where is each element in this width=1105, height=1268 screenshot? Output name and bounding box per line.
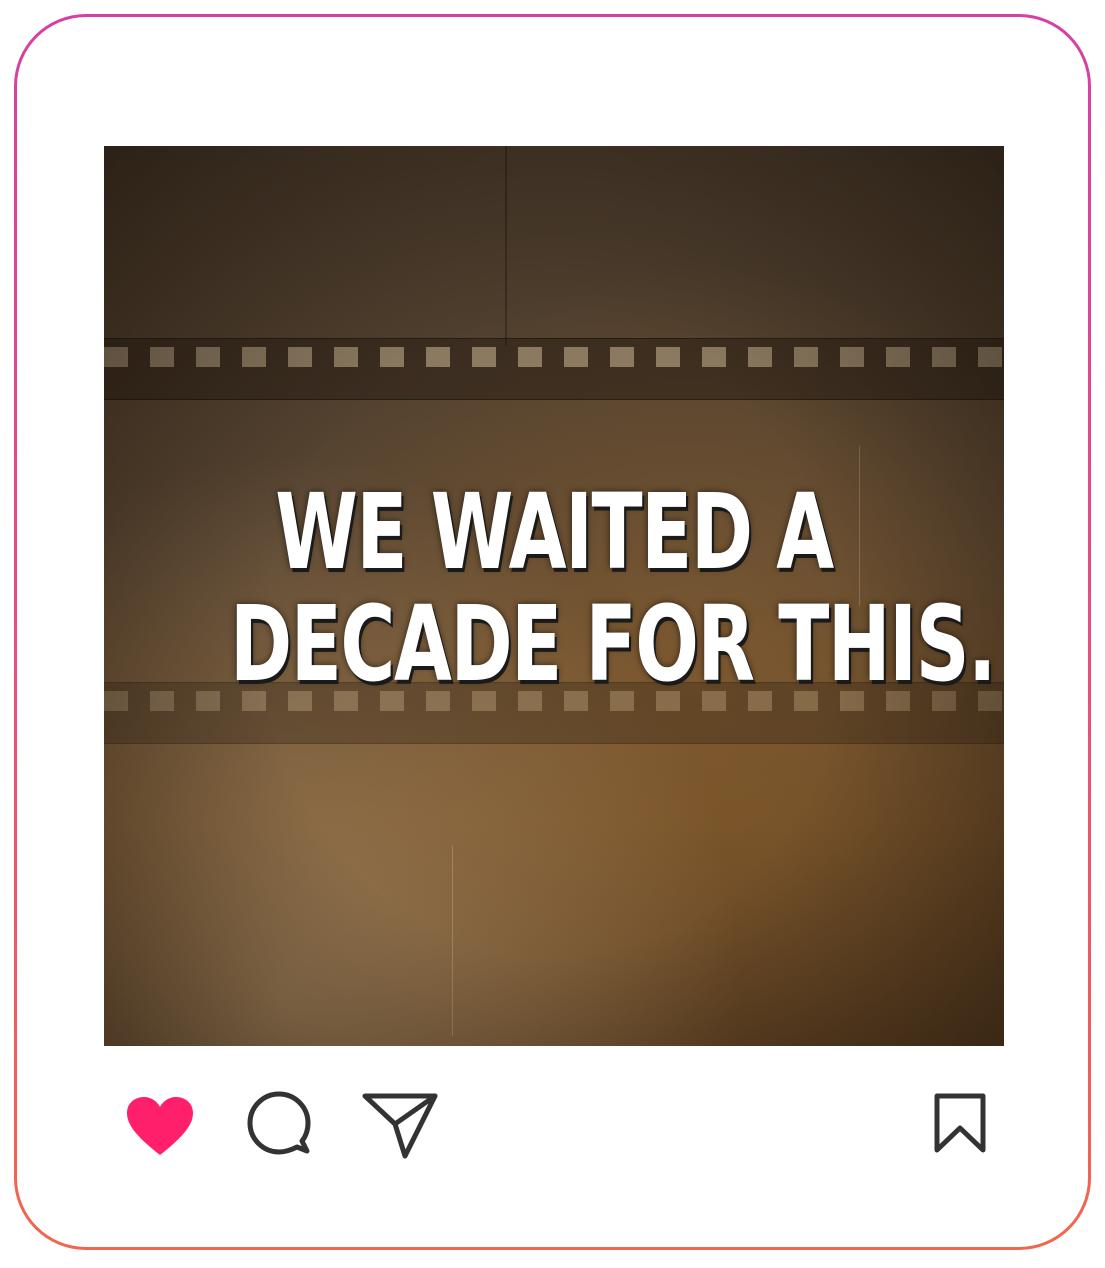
paper-plane-icon[interactable] <box>361 1090 441 1162</box>
bookmark-icon[interactable] <box>932 1092 988 1154</box>
post-card-frame: WE WAITED A DECADE FOR THIS. <box>14 14 1091 1250</box>
post-action-bar <box>17 1067 1088 1159</box>
post-image[interactable]: WE WAITED A DECADE FOR THIS. <box>104 146 1004 1046</box>
post-card: WE WAITED A DECADE FOR THIS. <box>17 17 1088 1247</box>
headline-line-1: WE WAITED A <box>275 471 834 593</box>
post-headline: WE WAITED A DECADE FOR THIS. <box>230 471 997 705</box>
headline-line-2: DECADE FOR THIS. <box>230 583 997 705</box>
speech-bubble-icon[interactable] <box>245 1089 315 1159</box>
heart-icon[interactable] <box>125 1095 195 1157</box>
